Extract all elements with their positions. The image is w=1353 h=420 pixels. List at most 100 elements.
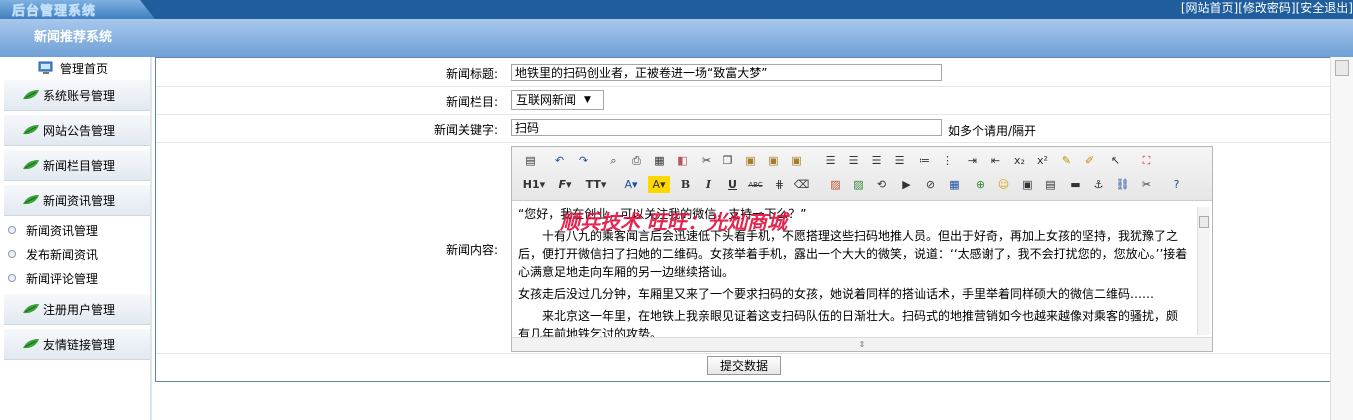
image-multi-icon[interactable]: ▨ [850, 176, 867, 193]
category-selected: 互联网新闻 [516, 93, 577, 107]
fullscreen-icon[interactable]: ⛶ [1138, 152, 1155, 169]
leaf-icon [23, 125, 39, 135]
copy-icon[interactable]: ❐ [719, 152, 736, 169]
link-image-icon[interactable]: ⟲ [873, 176, 890, 193]
cut-icon[interactable]: ✂ [698, 152, 715, 169]
category-select[interactable]: 互联网新闻 ▼ [511, 90, 604, 110]
bg-color-icon[interactable]: A ▾ [648, 176, 670, 193]
paste-text-icon[interactable]: ▣ [765, 152, 782, 169]
content-paragraph: 十有八九的乘客闻言后会迅速低下头看手机，不愿搭理这些扫码地推人员。但出于好奇，再… [518, 229, 1188, 279]
logout-link[interactable]: [安全退出] [1296, 1, 1353, 15]
underline-icon[interactable]: U [724, 176, 741, 193]
special-char-icon[interactable]: ▬ [1067, 176, 1084, 193]
sidebar-item-news-categories[interactable]: 新闻栏目管理 [4, 150, 150, 181]
computer-icon [38, 61, 53, 74]
bullet-icon [8, 274, 16, 282]
leaf-icon [23, 90, 39, 100]
paste-icon[interactable]: ▣ [742, 152, 759, 169]
template-icon[interactable]: ▦ [651, 152, 668, 169]
redo-icon[interactable]: ↷ [575, 152, 592, 169]
emoticon-icon[interactable]: ☺ [995, 176, 1012, 193]
outdent-icon[interactable]: ⇤ [987, 152, 1004, 169]
ordered-list-icon[interactable]: ≔ [916, 152, 933, 169]
sidebar-subitem-publish-news[interactable]: 发布新闻资讯 [8, 243, 98, 265]
unordered-list-icon[interactable]: ⋮ [939, 152, 956, 169]
top-links: [网站首页][修改密码][安全退出] [1181, 0, 1353, 16]
font-family-icon[interactable]: F ▾ [554, 176, 576, 193]
subscript-icon[interactable]: x₂ [1011, 152, 1028, 169]
sidebar: 管理首页 系统账号管理 网站公告管理 新闻栏目管理 新闻资讯管理 新闻资讯管理 … [0, 57, 152, 420]
sidebar-item-label: 网站公告管理 [43, 123, 116, 138]
title-row: 新闻标题: 地铁里的扫码创业者，正被卷进一场“致富大梦” [156, 58, 1330, 87]
select-all-icon[interactable]: ✐ [1081, 152, 1098, 169]
sidebar-item-site-notices[interactable]: 网站公告管理 [4, 115, 150, 146]
sidebar-item-news-management[interactable]: 新闻资讯管理 [4, 185, 150, 216]
format-brush-icon[interactable]: ⋕ [771, 176, 788, 193]
submit-button[interactable]: 提交数据 [707, 356, 781, 375]
change-password-link[interactable]: [修改密码] [1238, 1, 1295, 15]
strikethrough-icon[interactable]: ABC [747, 176, 764, 193]
video-icon[interactable]: ▶ [898, 176, 915, 193]
eraser-icon[interactable]: ⌫ [793, 176, 810, 193]
print-icon[interactable]: ⎙ [628, 152, 645, 169]
hr-icon[interactable]: ⊕ [972, 176, 989, 193]
undo-icon[interactable]: ↶ [551, 152, 568, 169]
site-home-link[interactable]: [网站首页] [1181, 1, 1238, 15]
align-right-icon[interactable]: ☰ [868, 152, 885, 169]
source-icon[interactable]: ▤ [522, 152, 539, 169]
align-left-icon[interactable]: ☰ [822, 152, 839, 169]
clear-format-icon[interactable]: ✎ [1058, 152, 1075, 169]
sidebar-home[interactable]: 管理首页 [38, 58, 108, 78]
anchor-icon[interactable]: ⚓ [1090, 176, 1107, 193]
page-scrollbar[interactable] [1330, 57, 1353, 420]
keyword-row: 新闻关键字: 扫码 如多个请用/隔开 [156, 115, 1330, 143]
leaf-icon [23, 339, 39, 349]
editor-content[interactable]: “您好，我在创业，可以关注我的微信，支持一下么？” 十有八九的乘客闻言后会迅速低… [518, 205, 1188, 337]
table-icon[interactable]: ▦ [946, 176, 963, 193]
keyword-input[interactable]: 扫码 [511, 119, 942, 136]
align-justify-icon[interactable]: ☰ [891, 152, 908, 169]
preview-icon[interactable]: ⌕ [605, 152, 622, 169]
link-icon[interactable]: ⛓ [1114, 176, 1131, 193]
sidebar-item-system-accounts[interactable]: 系统账号管理 [4, 80, 150, 111]
align-center-icon[interactable]: ☰ [845, 152, 862, 169]
rich-text-editor[interactable]: ▤ ↶ ↷ ⌕ ⎙ ▦ ◧ ✂ ❐ ▣ ▣ ▣ ☰ ☰ ☰ ☰ ≔ ⋮ ⇥ ⇤ … [511, 146, 1213, 352]
title-input[interactable]: 地铁里的扫码创业者，正被卷进一场“致富大梦” [511, 64, 942, 81]
editor-scrollbar[interactable] [1197, 207, 1210, 335]
keyword-label: 新闻关键字: [433, 123, 498, 137]
sidebar-item-label: 新闻资讯管理 [43, 193, 116, 208]
cursor-icon[interactable]: ↖ [1107, 152, 1124, 169]
leaf-icon [23, 195, 39, 205]
paste-word-icon[interactable]: ▣ [788, 152, 805, 169]
italic-icon[interactable]: I [700, 176, 717, 193]
heading-icon[interactable]: H1 ▾ [522, 176, 546, 193]
content-label: 新闻内容: [445, 243, 498, 257]
title-label: 新闻标题: [445, 67, 498, 81]
keyword-hint: 如多个请用/隔开 [948, 124, 1037, 138]
sidebar-item-label: 友情链接管理 [43, 337, 116, 352]
sidebar-item-users[interactable]: 注册用户管理 [4, 294, 150, 325]
editor-scrollbar-thumb[interactable] [1199, 216, 1209, 228]
watermark: 顺兵技术 旺旺：光灿商城 [560, 210, 787, 234]
editor-resize-handle[interactable]: ⇕ [512, 337, 1212, 351]
font-size-icon[interactable]: TT ▾ [584, 176, 608, 193]
code-icon[interactable]: ◧ [674, 152, 691, 169]
bold-icon[interactable]: B [677, 176, 694, 193]
system-title: 新闻推荐系统 [34, 30, 113, 45]
superscript-icon[interactable]: x² [1034, 152, 1051, 169]
sidebar-item-label: 新闻栏目管理 [43, 158, 116, 173]
sidebar-subitem-news-list[interactable]: 新闻资讯管理 [8, 219, 98, 241]
sidebar-item-friend-links[interactable]: 友情链接管理 [4, 329, 150, 360]
page-break-icon[interactable]: ▤ [1042, 176, 1059, 193]
image-icon[interactable]: ▨ [827, 176, 844, 193]
sidebar-item-label: 系统账号管理 [43, 88, 116, 103]
content-paragraph: 女孩走后没过几分钟，车厢里又来了一个要求扫码的女孩，她说着同样的搭讪话术，手里举… [518, 287, 1155, 301]
font-color-icon[interactable]: A ▾ [620, 176, 642, 193]
attachment-icon[interactable]: ⊘ [922, 176, 939, 193]
map-icon[interactable]: ▣ [1019, 176, 1036, 193]
sidebar-subitem-comments[interactable]: 新闻评论管理 [8, 267, 98, 289]
page-scrollbar-thumb[interactable] [1335, 60, 1349, 76]
unlink-icon[interactable]: ✂ [1138, 176, 1155, 193]
help-icon[interactable]: ? [1168, 176, 1185, 193]
indent-icon[interactable]: ⇥ [964, 152, 981, 169]
